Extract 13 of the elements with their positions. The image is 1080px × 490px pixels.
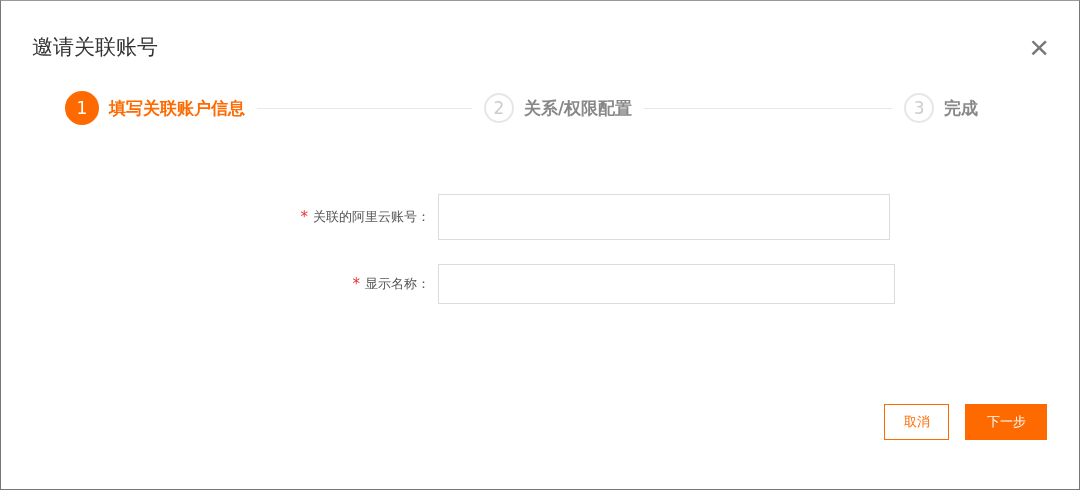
step-label: 完成 <box>944 96 979 120</box>
step-label: 关系/权限配置 <box>524 96 633 120</box>
field-label: 关联的阿里云账号： <box>313 208 430 226</box>
next-button[interactable]: 下一步 <box>965 404 1047 440</box>
input-field[interactable] <box>438 264 895 304</box>
step-number: 1 <box>65 91 99 125</box>
required-mark: * <box>300 208 308 226</box>
step-label: 填写关联账户信息 <box>109 96 245 120</box>
required-mark: * <box>352 275 360 293</box>
cancel-button[interactable]: 取消 <box>884 404 949 440</box>
input-field[interactable] <box>438 194 890 240</box>
field-label: 显示名称： <box>365 275 430 293</box>
dialog-title: 邀请关联账号 <box>32 34 158 61</box>
